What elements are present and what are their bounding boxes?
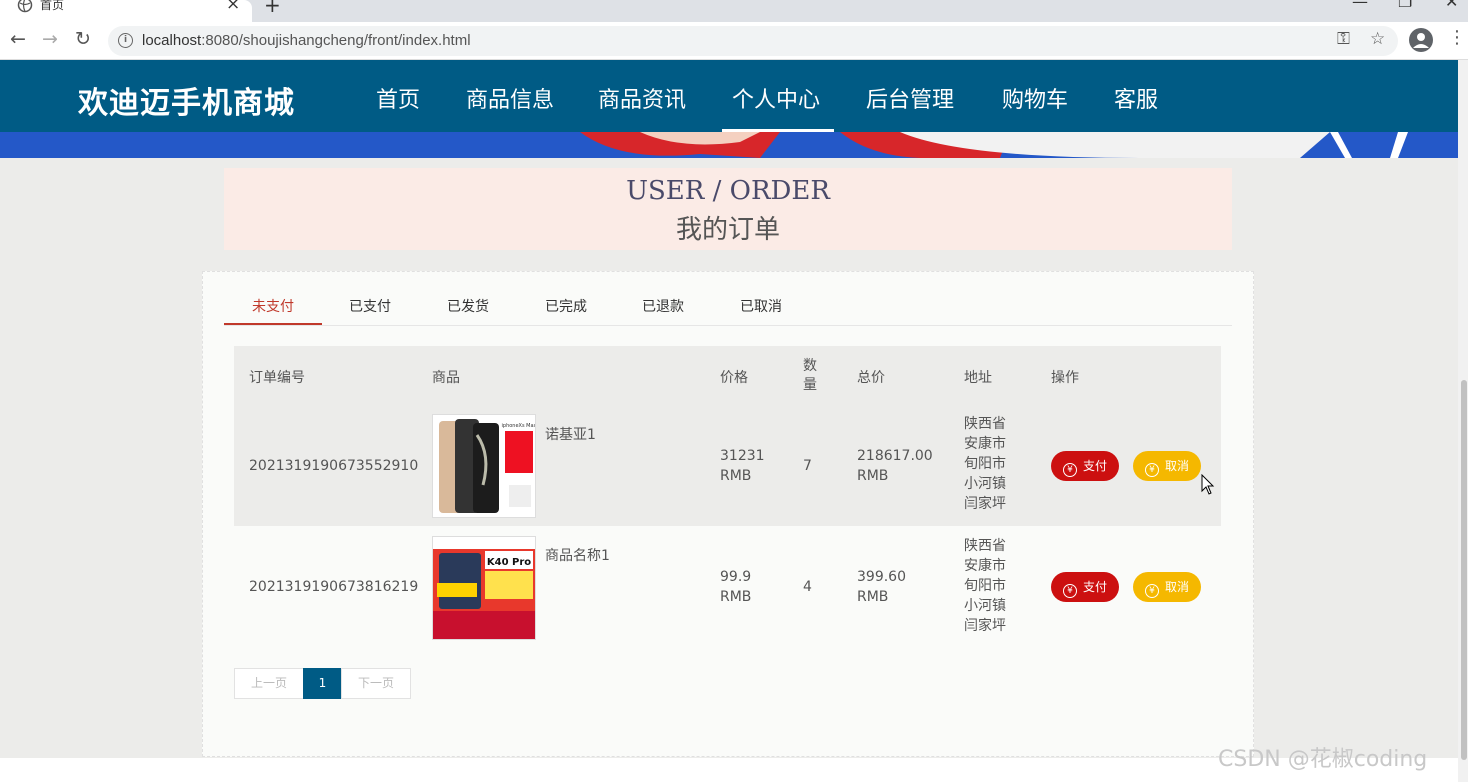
product-name[interactable]: 商品名称1 bbox=[545, 546, 610, 566]
product-name[interactable]: 诺基亚1 bbox=[545, 425, 596, 445]
watermark: CSDN @花椒coding bbox=[1218, 747, 1428, 772]
star-icon[interactable]: ☆ bbox=[1370, 29, 1385, 49]
product-image[interactable]: iphoneXs Max bbox=[432, 414, 536, 518]
reload-icon[interactable]: ↻ bbox=[75, 28, 91, 50]
page-number-button[interactable]: 1 bbox=[303, 668, 342, 699]
close-tab-icon[interactable]: × bbox=[226, 0, 240, 14]
yen-icon: ¥ bbox=[1144, 463, 1159, 477]
cancel-button[interactable]: ¥ 取消 bbox=[1133, 572, 1201, 602]
yen-icon: ¥ bbox=[1062, 584, 1077, 598]
yen-icon: ¥ bbox=[1144, 584, 1159, 598]
key-icon[interactable]: ⚿ bbox=[1337, 29, 1350, 49]
address-bar[interactable]: i localhost:8080/shoujishangcheng/front/… bbox=[108, 26, 1398, 56]
total-price: 399.60 bbox=[857, 569, 906, 585]
nav-service[interactable]: 客服 bbox=[1114, 82, 1158, 114]
svg-text:iphoneXs Max: iphoneXs Max bbox=[502, 423, 537, 429]
header-address: 地址 bbox=[964, 370, 992, 386]
tab-unpaid[interactable]: 未支付 bbox=[224, 296, 322, 316]
nav-admin[interactable]: 后台管理 bbox=[866, 82, 954, 114]
quantity: 7 bbox=[803, 458, 812, 474]
order-status-tabs: 未支付 已支付 已发货 已完成 已退款 已取消 bbox=[224, 286, 1232, 326]
minimize-button[interactable]: — bbox=[1352, 0, 1368, 11]
unit-price: 99.9 bbox=[720, 569, 752, 585]
nav-products[interactable]: 商品信息 bbox=[466, 82, 554, 114]
forward-icon[interactable]: → bbox=[42, 28, 58, 50]
page-title-panel: USER / ORDER 我的订单 bbox=[224, 168, 1232, 250]
nav-cart[interactable]: 购物车 bbox=[1002, 82, 1068, 114]
nav-news[interactable]: 商品资讯 bbox=[598, 82, 686, 114]
pay-button[interactable]: ¥ 支付 bbox=[1051, 451, 1119, 481]
tab-shipped[interactable]: 已发货 bbox=[419, 296, 517, 316]
prev-page-button[interactable]: 上一页 bbox=[234, 668, 304, 699]
header-product: 商品 bbox=[432, 370, 460, 386]
header-order-no: 订单编号 bbox=[249, 370, 305, 386]
tab-cancelled[interactable]: 已取消 bbox=[712, 296, 810, 316]
yen-icon: ¥ bbox=[1062, 463, 1077, 477]
tab-paid[interactable]: 已支付 bbox=[321, 296, 419, 316]
unit-price-currency: RMB bbox=[720, 468, 752, 484]
tab-title: 首页 bbox=[40, 0, 65, 12]
pay-button[interactable]: ¥ 支付 bbox=[1051, 572, 1119, 602]
cancel-button[interactable]: ¥ 取消 bbox=[1133, 451, 1201, 481]
nav-home[interactable]: 首页 bbox=[376, 82, 420, 114]
total-price-currency: RMB bbox=[857, 589, 889, 605]
nav-user-center[interactable]: 个人中心 bbox=[732, 82, 820, 114]
next-page-button[interactable]: 下一页 bbox=[341, 668, 411, 699]
info-icon[interactable]: i bbox=[118, 33, 133, 48]
svg-text:K40 Pro: K40 Pro bbox=[487, 557, 531, 568]
unit-price: 31231 bbox=[720, 448, 765, 464]
close-window-button[interactable]: ✕ bbox=[1445, 0, 1458, 11]
url-text: localhost:8080/shoujishangcheng/front/in… bbox=[142, 32, 471, 49]
product-image[interactable]: K40 Pro bbox=[432, 536, 536, 640]
globe-icon bbox=[17, 0, 33, 13]
header-total: 总价 bbox=[857, 370, 885, 386]
unit-price-currency: RMB bbox=[720, 589, 752, 605]
orders-table-header: 订单编号 商品 价格 数量 总价 地址 操作 bbox=[234, 346, 1221, 406]
tab-refunded[interactable]: 已退款 bbox=[614, 296, 712, 316]
table-row: 2021319190673552910 iphoneXs Max 诺基亚1 31… bbox=[234, 406, 1221, 526]
back-icon[interactable]: ← bbox=[10, 28, 26, 50]
quantity: 4 bbox=[803, 579, 812, 595]
page-title-en: USER / ORDER bbox=[626, 176, 830, 206]
scrollbar-thumb[interactable] bbox=[1461, 380, 1467, 760]
tab-completed[interactable]: 已完成 bbox=[517, 296, 615, 316]
browser-toolbar: ← → ↻ i localhost:8080/shoujishangcheng/… bbox=[0, 22, 1468, 60]
page-title-zh: 我的订单 bbox=[675, 215, 780, 245]
order-number: 2021319190673552910 bbox=[249, 458, 419, 474]
order-number: 2021319190673816219 bbox=[249, 579, 419, 595]
restore-button[interactable]: ❐ bbox=[1398, 0, 1412, 11]
new-tab-button[interactable]: + bbox=[264, 0, 281, 17]
table-row: 2021319190673816219 K40 Pro 商品名称1 99.9 R… bbox=[234, 526, 1221, 646]
shipping-address: 陕西省 安康市 旬阳市 小河镇 闫家坪 bbox=[964, 538, 1006, 634]
site-header: 欢迪迈手机商城 首页 商品信息 商品资讯 个人中心 后台管理 购物车 客服 bbox=[0, 60, 1458, 132]
shipping-address: 陕西省 安康市 旬阳市 小河镇 闫家坪 bbox=[964, 416, 1006, 512]
header-actions: 操作 bbox=[1051, 370, 1079, 386]
browser-tab-strip: 首页 × + — ❐ ✕ bbox=[0, 0, 1468, 22]
browser-tab[interactable]: 首页 × bbox=[0, 0, 252, 22]
mouse-cursor-icon bbox=[1201, 474, 1215, 495]
browser-menu-icon[interactable]: ⋮ bbox=[1448, 27, 1466, 48]
total-price: 218617.00 bbox=[857, 448, 933, 464]
active-tab-indicator bbox=[224, 323, 322, 325]
banner-image bbox=[0, 132, 1458, 158]
header-price: 价格 bbox=[720, 370, 748, 386]
total-price-currency: RMB bbox=[857, 468, 889, 484]
site-logo[interactable]: 欢迪迈手机商城 bbox=[78, 78, 295, 122]
profile-avatar-icon[interactable] bbox=[1409, 28, 1433, 52]
header-quantity: 数量 bbox=[803, 358, 817, 393]
